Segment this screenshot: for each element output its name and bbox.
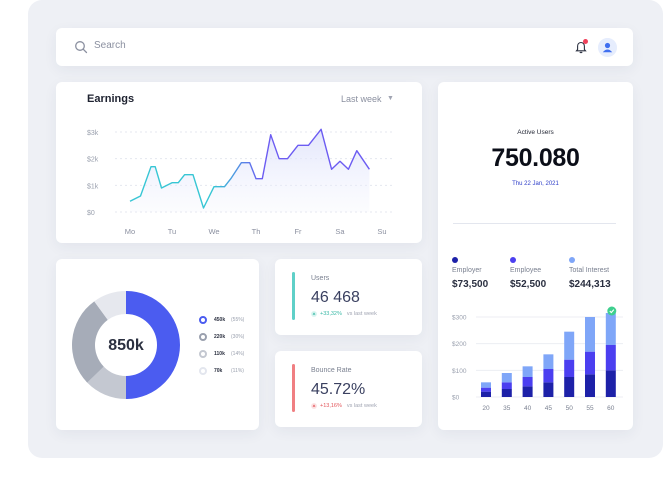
y-tick-label: $0 xyxy=(452,395,460,402)
bounce-rate-card: Bounce Rate 45.72% +13,16% vs last week xyxy=(275,351,422,427)
bar-segment xyxy=(585,374,595,397)
legend-percent: (14%) xyxy=(231,351,245,357)
trend-up-icon xyxy=(311,311,317,317)
bar-segment xyxy=(564,331,575,360)
bar-segment xyxy=(522,366,533,377)
notification-dot xyxy=(583,39,588,44)
legend-dot xyxy=(199,316,207,324)
legend-dot xyxy=(199,333,207,341)
x-tick-label: 60 xyxy=(607,405,615,412)
legend-item: 70k (11%) xyxy=(199,366,244,376)
donut-card: 850k 450k (55%) 220k (30%) 110k (14%) 70… xyxy=(56,259,259,430)
x-tick-label: Mo xyxy=(125,227,135,236)
legend-percent: (11%) xyxy=(231,368,244,374)
y-tick-label: $1k xyxy=(87,183,99,190)
x-tick-label: Sa xyxy=(335,227,345,236)
x-tick-label: Th xyxy=(252,227,261,236)
bar-segment xyxy=(585,317,595,352)
bar-segment xyxy=(564,377,575,397)
x-tick-label: Fr xyxy=(294,227,302,236)
legend-value: 70k xyxy=(214,368,223,374)
bar-segment xyxy=(501,373,512,383)
donut-chart xyxy=(71,291,180,399)
x-tick-label: Su xyxy=(377,227,386,236)
bar-segment xyxy=(585,351,595,375)
legend-dot xyxy=(199,350,207,358)
delta-value: +33,32% xyxy=(320,311,342,317)
legend-item: 220k (30%) xyxy=(199,332,244,342)
y-tick-label: $100 xyxy=(452,368,467,375)
bar-segment xyxy=(481,387,491,392)
legend-value: 220k xyxy=(214,334,226,340)
earnings-area xyxy=(130,129,370,212)
stat-value: 45.72% xyxy=(311,381,366,398)
search-bar[interactable]: Search xyxy=(56,28,633,66)
search-input[interactable]: Search xyxy=(94,40,126,51)
legend-value: 110k xyxy=(214,351,225,357)
stat-delta: +13,16% vs last week xyxy=(311,403,377,409)
y-tick-label: $0 xyxy=(87,210,95,217)
bar-segment xyxy=(543,369,554,383)
legend-percent: (55%) xyxy=(231,317,245,323)
bar-segment xyxy=(481,382,491,388)
x-tick-label: 40 xyxy=(524,405,532,412)
bar-segment xyxy=(522,386,533,397)
stat-label: Bounce Rate xyxy=(311,367,352,374)
donut-total: 850k xyxy=(108,337,144,354)
x-tick-label: We xyxy=(208,227,219,236)
earnings-chart: $3k $2k $1k $0 Mo Tu We Th Fr Sa Su xyxy=(87,128,393,236)
y-tick-label: $2k xyxy=(87,157,99,164)
y-tick-label: $3k xyxy=(87,130,99,137)
delta-note: vs last week xyxy=(346,311,377,317)
bar-segment xyxy=(481,391,491,397)
delta-note: vs last week xyxy=(346,403,377,409)
bar-segment xyxy=(543,354,554,369)
delta-value: +13,16% xyxy=(320,403,342,409)
legend-item: 110k (14%) xyxy=(199,349,244,359)
bar-segment xyxy=(564,359,575,377)
accent-bar xyxy=(292,272,295,320)
search-icon xyxy=(75,41,88,54)
bar-segment xyxy=(522,377,533,387)
legend-dot xyxy=(199,367,207,375)
users-card: Users 46 468 +33,32% vs last week xyxy=(275,259,422,335)
bar-segment xyxy=(501,389,512,397)
stacked-bar-chart: $300 $200 $100 $0 20 35 40 45 50 55 60 xyxy=(452,306,623,412)
x-tick-label: 45 xyxy=(545,405,553,412)
earnings-card: Earnings Last week ▼ $3k $2k $1k $0 Mo Tu We Th… xyxy=(56,82,422,243)
legend-percent: (30%) xyxy=(231,334,245,340)
stat-delta: +33,32% vs last week xyxy=(311,311,377,317)
legend-value: 450k xyxy=(214,317,226,323)
bar-segment xyxy=(605,313,616,345)
avatar[interactable] xyxy=(598,38,617,57)
x-tick-label: 20 xyxy=(482,405,490,412)
x-tick-label: 55 xyxy=(586,405,594,412)
bar-segment xyxy=(543,382,554,397)
stat-value: 46 468 xyxy=(311,289,360,306)
bar-segment xyxy=(605,370,616,397)
y-tick-label: $300 xyxy=(452,315,467,322)
check-icon xyxy=(607,306,617,316)
stat-label: Users xyxy=(311,275,330,282)
x-tick-label: 35 xyxy=(503,405,511,412)
trend-up-icon xyxy=(311,403,317,409)
accent-bar xyxy=(292,364,295,412)
x-tick-label: Tu xyxy=(168,227,176,236)
active-users-panel: Active Users 750.080 Thu 22 Jan, 2021 Em… xyxy=(438,82,633,430)
legend-item: 450k (55%) xyxy=(199,315,244,325)
y-tick-label: $200 xyxy=(452,341,467,348)
bar-segment xyxy=(605,345,616,371)
bar-segment xyxy=(501,382,512,389)
x-tick-label: 50 xyxy=(566,405,574,412)
